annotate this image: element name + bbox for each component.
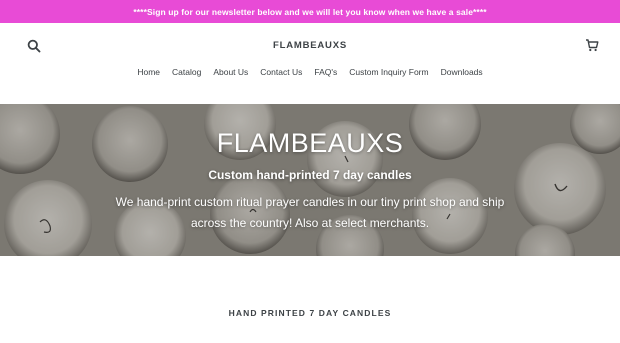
nav-item-contact-us[interactable]: Contact Us [260,67,302,77]
nav-item-faqs[interactable]: FAQ's [314,67,337,77]
nav-item-catalog[interactable]: Catalog [172,67,201,77]
hero-title: FLAMBEAUXS [216,128,404,158]
announcement-text: ****Sign up for our newsletter below and… [133,6,487,17]
hero-subtitle: Custom hand-printed 7 day candles [208,168,412,182]
nav-item-custom-inquiry-form[interactable]: Custom Inquiry Form [349,67,428,77]
hero-banner: FLAMBEAUXS Custom hand-printed 7 day can… [0,104,620,256]
nav-item-downloads[interactable]: Downloads [441,67,483,77]
hero-description: We hand-print custom ritual prayer candl… [115,195,505,230]
site-header: FLAMBEAUXS Home Catalog About Us Contact… [0,23,620,104]
nav-item-home[interactable]: Home [137,67,160,77]
section-title: HAND PRINTED 7 DAY CANDLES [228,308,392,318]
announcement-bar: ****Sign up for our newsletter below and… [0,0,620,23]
main-nav: Home Catalog About Us Contact Us FAQ's C… [0,67,620,77]
cart-icon [586,39,599,52]
cart-button[interactable] [585,38,599,52]
site-logo[interactable]: FLAMBEAUXS [0,40,620,51]
nav-item-about-us[interactable]: About Us [213,67,248,77]
